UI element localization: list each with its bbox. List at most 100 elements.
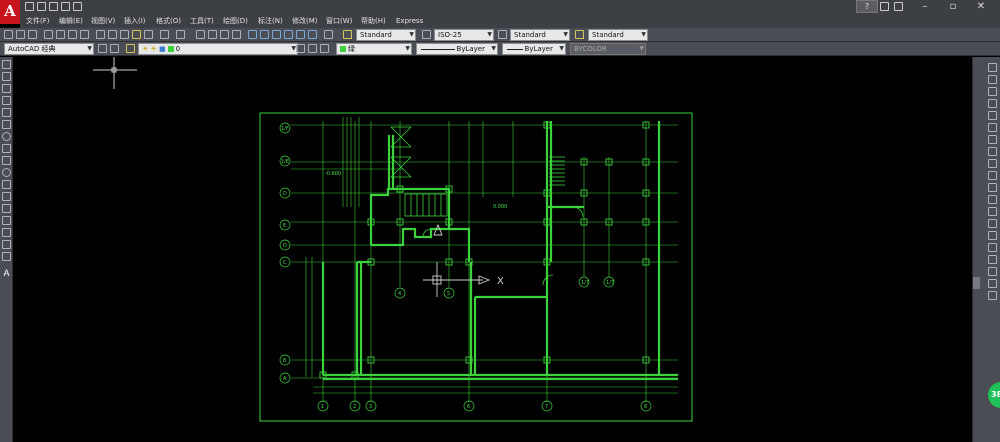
- paste-icon[interactable]: [120, 30, 129, 39]
- copy-icon[interactable]: [108, 30, 117, 39]
- draw-order-icon[interactable]: [988, 267, 997, 276]
- help-icon[interactable]: [324, 30, 333, 39]
- menu-help[interactable]: 帮助(H): [361, 15, 386, 27]
- ellipse-arc-icon[interactable]: [2, 180, 11, 189]
- zoom-realtime-icon[interactable]: [208, 30, 217, 39]
- quickcalc-icon[interactable]: [308, 30, 317, 39]
- menu-format[interactable]: 格式(O): [156, 15, 181, 27]
- polygon-icon[interactable]: [2, 96, 11, 105]
- group-icon[interactable]: [988, 291, 997, 300]
- menu-dimension[interactable]: 标注(N): [258, 15, 283, 27]
- circle-icon[interactable]: [2, 132, 11, 141]
- hatch-icon[interactable]: [2, 228, 11, 237]
- break-icon[interactable]: [988, 207, 997, 216]
- construction-line-icon[interactable]: [2, 72, 11, 81]
- exchange-icon[interactable]: [880, 2, 889, 11]
- scrollbar-thumb[interactable]: [973, 277, 980, 289]
- menu-view[interactable]: 视图(V): [91, 15, 115, 27]
- menu-window[interactable]: 窗口(W): [326, 15, 352, 27]
- markup-icon[interactable]: [296, 30, 305, 39]
- menu-file[interactable]: 文件(F): [26, 15, 50, 27]
- open-icon[interactable]: [16, 30, 25, 39]
- close-button[interactable]: ✕: [968, 0, 994, 14]
- copy-object-icon[interactable]: [988, 75, 997, 84]
- properties-icon[interactable]: [248, 30, 257, 39]
- preview-icon[interactable]: [56, 30, 65, 39]
- erase-icon[interactable]: [988, 63, 997, 72]
- save-icon[interactable]: [49, 2, 58, 11]
- print-icon[interactable]: [61, 2, 70, 11]
- text-style-select[interactable]: Standard ▼: [356, 29, 416, 41]
- break-at-point-icon[interactable]: [988, 195, 997, 204]
- menu-draw[interactable]: 绘图(D): [223, 15, 248, 27]
- workspace-save-icon[interactable]: [110, 44, 119, 53]
- join-icon[interactable]: [988, 219, 997, 228]
- lineweight-select[interactable]: ByLayer ▼: [502, 43, 566, 55]
- scale-icon[interactable]: [988, 147, 997, 156]
- autocad-logo-icon[interactable]: A: [0, 0, 20, 24]
- pan-icon[interactable]: [196, 30, 205, 39]
- plotstyle-select[interactable]: BYCOLOR ▼: [570, 43, 646, 55]
- make-object-layer-current-icon[interactable]: [296, 44, 305, 53]
- minimize-button[interactable]: –: [912, 0, 938, 14]
- menu-insert[interactable]: 插入(I): [124, 15, 146, 27]
- dim-style-icon[interactable]: [422, 30, 431, 39]
- ellipse-icon[interactable]: [2, 168, 11, 177]
- new-icon[interactable]: [4, 30, 13, 39]
- info-icon[interactable]: [894, 2, 903, 11]
- offset-icon[interactable]: [988, 99, 997, 108]
- move-icon[interactable]: [988, 123, 997, 132]
- undo-icon[interactable]: [160, 30, 169, 39]
- linetype-select[interactable]: ByLayer ▼: [416, 43, 498, 55]
- help-button[interactable]: ?: [856, 0, 878, 13]
- array-icon[interactable]: [988, 111, 997, 120]
- sheet-set-icon[interactable]: [284, 30, 293, 39]
- save-icon[interactable]: [28, 30, 37, 39]
- rotate-icon[interactable]: [988, 135, 997, 144]
- revision-cloud-icon[interactable]: [2, 144, 11, 153]
- zoom-window-icon[interactable]: [220, 30, 229, 39]
- chamfer-icon[interactable]: [988, 231, 997, 240]
- layer-walk-icon[interactable]: [988, 279, 997, 288]
- design-center-icon[interactable]: [260, 30, 269, 39]
- table-style-select[interactable]: Standard ▼: [510, 29, 570, 41]
- polyline-icon[interactable]: [2, 84, 11, 93]
- redo-icon[interactable]: [176, 30, 185, 39]
- 3d-dwf-icon[interactable]: [80, 30, 89, 39]
- point-icon[interactable]: [2, 216, 11, 225]
- menu-tools[interactable]: 工具(T): [190, 15, 214, 27]
- arc-icon[interactable]: [2, 120, 11, 129]
- line-icon[interactable]: [2, 60, 11, 69]
- workspace-select[interactable]: AutoCAD 经典 ▼: [4, 43, 94, 55]
- dim-style-select[interactable]: ISO-25 ▼: [434, 29, 494, 41]
- layer-states-icon[interactable]: [320, 44, 329, 53]
- layer-select[interactable]: ☀ ☀ ■ 0 ▼: [138, 43, 298, 55]
- print-icon[interactable]: [44, 30, 53, 39]
- undo-icon[interactable]: [73, 2, 82, 11]
- region-icon[interactable]: [2, 252, 11, 261]
- zoom-previous-icon[interactable]: [232, 30, 241, 39]
- gradient-icon[interactable]: [2, 240, 11, 249]
- rectangle-icon[interactable]: [2, 108, 11, 117]
- menu-edit[interactable]: 编辑(E): [59, 15, 83, 27]
- layer-previous-icon[interactable]: [308, 44, 317, 53]
- multiline-text-button[interactable]: A: [2, 268, 11, 278]
- text-style-icon[interactable]: [343, 30, 352, 39]
- cut-icon[interactable]: [96, 30, 105, 39]
- make-block-icon[interactable]: [2, 204, 11, 213]
- publish-icon[interactable]: [68, 30, 77, 39]
- trim-icon[interactable]: [988, 171, 997, 180]
- maximize-button[interactable]: ▫: [940, 0, 966, 14]
- tool-palettes-icon[interactable]: [272, 30, 281, 39]
- explode-icon[interactable]: [988, 255, 997, 264]
- stretch-icon[interactable]: [988, 159, 997, 168]
- fillet-icon[interactable]: [988, 243, 997, 252]
- color-select[interactable]: 绿 ▼: [336, 43, 412, 55]
- drawing-canvas[interactable]: X -0.600 0.000 1/F 1/E D E D C B A 1 2 3…: [13, 57, 972, 442]
- open-file-icon[interactable]: [37, 2, 46, 11]
- spline-icon[interactable]: [2, 156, 11, 165]
- mirror-icon[interactable]: [988, 87, 997, 96]
- layer-manager-icon[interactable]: [126, 44, 135, 53]
- match-properties-icon[interactable]: [132, 30, 141, 39]
- block-editor-icon[interactable]: [144, 30, 153, 39]
